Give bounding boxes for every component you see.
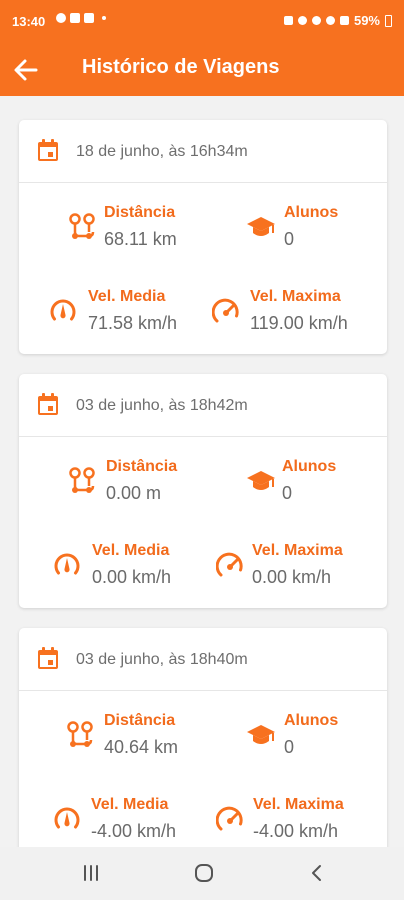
stat-value: 0	[284, 737, 295, 757]
stat-label: Alunos	[282, 458, 337, 475]
mail-icon	[70, 13, 80, 23]
wifi-icon	[325, 16, 335, 25]
calendar-icon	[38, 393, 58, 415]
message-icon	[84, 13, 94, 23]
trip-card-header: 18 de junho, às 16h34m	[19, 120, 387, 183]
stat-value: 68.11 km	[104, 229, 177, 249]
stat-value: 0	[282, 483, 293, 503]
battery-icon	[385, 14, 392, 27]
graduation-cap-icon	[247, 471, 275, 490]
system-icons: 59%	[283, 13, 392, 28]
speedometer-icon	[54, 807, 80, 829]
alarm-icon	[297, 16, 307, 25]
navigation-bar	[0, 847, 404, 900]
trip-date: 03 de junho, às 18h42m	[76, 397, 248, 414]
more-notifications-icon	[102, 16, 106, 20]
trip-date: 03 de junho, às 18h40m	[76, 651, 248, 668]
stat-value: 119.00 km/h	[250, 313, 348, 333]
calendar-icon	[38, 647, 58, 669]
signal-icon	[339, 16, 349, 25]
stat-label: Vel. Maxima	[252, 542, 343, 559]
gauge-icon	[216, 806, 243, 831]
mute-icon	[311, 16, 321, 25]
trip-date: 18 de junho, às 16h34m	[76, 143, 248, 160]
trip-card[interactable]: 03 de junho, às 18h40m Distância 40.64 km A…	[19, 628, 387, 858]
stat-label: Vel. Media	[92, 542, 170, 559]
speedometer-icon	[50, 299, 76, 321]
stat-label: Vel. Maxima	[250, 288, 341, 305]
graduation-cap-icon	[247, 217, 275, 236]
recent-apps-icon[interactable]	[76, 861, 106, 885]
route-icon	[69, 467, 95, 493]
stat-value: -4.00 km/h	[253, 821, 339, 841]
arrow-left-icon[interactable]	[10, 54, 42, 86]
route-icon	[69, 213, 95, 239]
stat-value: 40.64 km	[104, 737, 179, 757]
status-bar: 13:40 59%	[0, 0, 404, 44]
notification-icons	[56, 13, 106, 23]
graduation-cap-icon	[247, 725, 275, 744]
stat-label: Distância	[106, 458, 178, 475]
stat-value: 0.00 m	[106, 483, 162, 503]
stat-value: 0	[284, 229, 295, 249]
stat-label: Distância	[104, 204, 176, 221]
home-icon[interactable]	[189, 861, 219, 885]
trip-card-header: 03 de junho, às 18h40m	[19, 628, 387, 691]
lock-icon	[283, 16, 293, 25]
trip-card[interactable]: 18 de junho, às 16h34m Distância 68.11 km A…	[19, 120, 387, 354]
app-bar: Histórico de Viagens	[0, 44, 404, 96]
trip-card[interactable]: 03 de junho, às 18h42m Distância 0.00 m Alu…	[19, 374, 387, 608]
stat-value: 71.58 km/h	[88, 313, 178, 333]
stat-label: Vel. Media	[91, 796, 169, 813]
gauge-icon	[216, 552, 243, 577]
stat-label: Vel. Media	[88, 288, 166, 305]
back-nav-icon[interactable]	[302, 861, 332, 885]
page-title: Histórico de Viagens	[82, 56, 280, 78]
calendar-icon	[38, 139, 58, 161]
speedometer-icon	[54, 553, 80, 575]
stat-label: Distância	[104, 712, 176, 729]
stat-value: -4.00 km/h	[91, 821, 177, 841]
stat-label: Vel. Maxima	[253, 796, 344, 813]
stat-value: 0.00 km/h	[252, 567, 332, 587]
stat-value: 0.00 km/h	[92, 567, 172, 587]
status-time: 13:40	[12, 14, 46, 29]
facebook-icon	[56, 13, 66, 23]
route-icon	[67, 721, 93, 747]
trip-card-header: 03 de junho, às 18h42m	[19, 374, 387, 437]
stat-label: Alunos	[284, 204, 339, 221]
gauge-icon	[212, 298, 239, 323]
stat-label: Alunos	[284, 712, 339, 729]
battery-percent: 59%	[353, 13, 380, 28]
